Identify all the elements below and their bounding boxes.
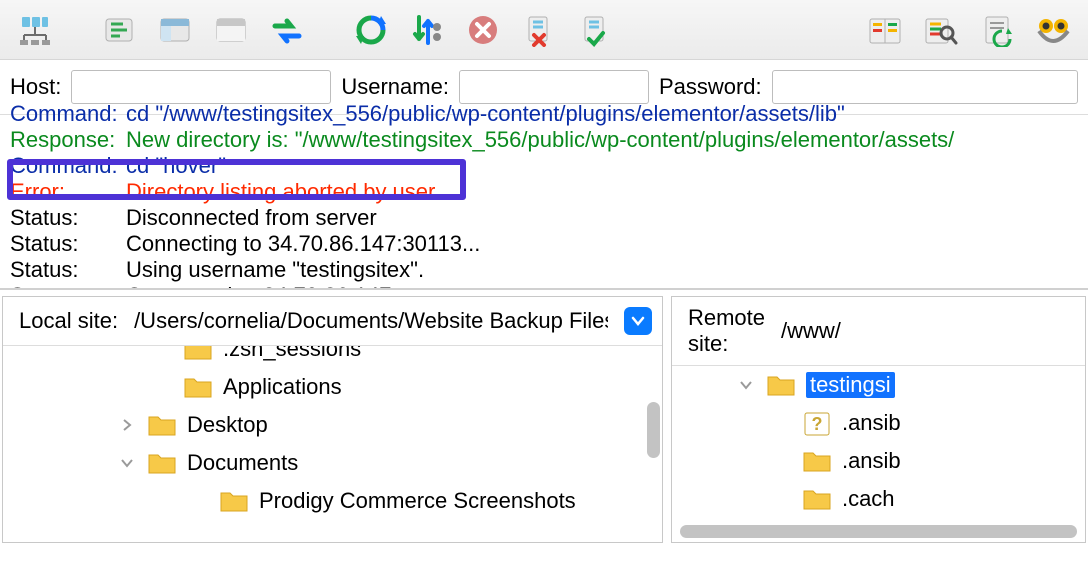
log-message: Connecting to 34.70.86.147:30113... (126, 231, 480, 257)
log-type: Status: (10, 231, 126, 257)
svg-text:?: ? (811, 414, 822, 434)
scrollbar-thumb[interactable] (680, 525, 1077, 538)
refresh-icon[interactable] (350, 9, 392, 51)
host-input[interactable] (71, 70, 331, 104)
local-tree[interactable]: .zsh_sessions Applications Desktop Document… (3, 345, 662, 542)
tree-item-label: Prodigy Commerce Screenshots (259, 488, 576, 514)
chevron-down-icon[interactable] (117, 456, 137, 470)
site-manager-icon[interactable] (14, 9, 56, 51)
tree-item-label: Documents (187, 450, 298, 476)
tree-item[interactable]: Prodigy Commerce Screenshots (3, 482, 662, 520)
folder-icon (183, 375, 213, 399)
folder-icon (766, 373, 796, 397)
folder-icon (147, 451, 177, 475)
tree-item[interactable]: testingsi (672, 366, 1085, 404)
password-input[interactable] (772, 70, 1078, 104)
folder-icon (183, 345, 213, 361)
username-input[interactable] (459, 70, 649, 104)
local-path-dropdown[interactable] (624, 307, 652, 335)
tree-item[interactable]: ? .ansib (672, 404, 1085, 442)
highlight-annotation (7, 159, 466, 200)
tree-item-label: .zsh_sessions (223, 345, 361, 362)
find-icon[interactable] (1032, 9, 1074, 51)
tree-item-label: Applications (223, 374, 342, 400)
folder-icon (802, 449, 832, 473)
reconnect-icon[interactable] (574, 9, 616, 51)
log-line[interactable]: Status:Using username "testingsitex". (10, 257, 1078, 283)
toggle-local-tree-icon[interactable] (154, 9, 196, 51)
log-line[interactable]: Status:Connected to 34.70.86.147 (10, 283, 1078, 289)
tree-item-label: .cach (842, 486, 895, 512)
log-type: Response: (10, 127, 126, 153)
cancel-icon[interactable] (462, 9, 504, 51)
log-type: Status: (10, 205, 126, 231)
remote-path-input[interactable] (775, 315, 1075, 347)
tree-item[interactable]: .ansib (672, 442, 1085, 480)
host-label: Host: (10, 74, 61, 100)
folder-icon (802, 487, 832, 511)
tree-item[interactable]: Documents (3, 444, 662, 482)
scrollbar-thumb[interactable] (647, 402, 660, 458)
chevron-right-icon[interactable] (117, 418, 137, 432)
tree-item[interactable]: .zsh_sessions (3, 345, 662, 368)
password-label: Password: (659, 74, 762, 100)
site-panels: Local site: .zsh_sessions Applications Des… (0, 289, 1088, 543)
compare-icon[interactable] (864, 9, 906, 51)
log-line[interactable]: Status:Disconnected from server (10, 205, 1078, 231)
remote-site-label: Remote site: (688, 305, 765, 357)
log-line[interactable]: Command:cd "/www/testingsitex_556/public… (10, 101, 1078, 127)
username-label: Username: (341, 74, 449, 100)
local-site-label: Local site: (19, 308, 118, 334)
log-line[interactable]: Response:New directory is: "/www/testing… (10, 127, 1078, 153)
search-icon[interactable] (920, 9, 962, 51)
tree-item-label: .ansib (842, 410, 901, 436)
unknown-icon: ? (802, 411, 832, 435)
tree-item-label: .ansib (842, 448, 901, 474)
local-panel: Local site: .zsh_sessions Applications Des… (2, 296, 663, 543)
message-log-wrap: Command:cd "/www/testingsitex_556/public… (0, 101, 1088, 289)
folder-icon (147, 413, 177, 437)
remote-panel: Remote site: testingsi? .ansib .ansib .cach (671, 296, 1086, 543)
log-type: Status: (10, 257, 126, 283)
process-queue-icon[interactable] (406, 9, 448, 51)
log-type: Status: (10, 283, 126, 289)
tree-item-label: Desktop (187, 412, 268, 438)
tree-item-label: testingsi (806, 372, 895, 398)
log-line[interactable]: Status:Connecting to 34.70.86.147:30113.… (10, 231, 1078, 257)
main-toolbar (0, 0, 1088, 60)
log-type: Command: (10, 101, 126, 127)
log-message: cd "/www/testingsitex_556/public/wp-cont… (126, 101, 845, 127)
tree-item[interactable]: Applications (3, 368, 662, 406)
folder-icon (219, 489, 249, 513)
log-message: New directory is: "/www/testingsitex_556… (126, 127, 954, 153)
quickconnect-icon[interactable] (98, 9, 140, 51)
disconnect-icon[interactable] (518, 9, 560, 51)
log-message: Disconnected from server (126, 205, 377, 231)
sync-browsing-icon[interactable] (266, 9, 308, 51)
toggle-remote-tree-icon[interactable] (210, 9, 252, 51)
log-message: Connected to 34.70.86.147 (126, 283, 391, 289)
remote-tree[interactable]: testingsi? .ansib .ansib .cach (672, 365, 1085, 542)
filters-icon[interactable] (976, 9, 1018, 51)
chevron-down-icon[interactable] (736, 378, 756, 392)
log-message: Using username "testingsitex". (126, 257, 424, 283)
local-path-input[interactable] (128, 305, 614, 337)
tree-item[interactable]: Desktop (3, 406, 662, 444)
tree-item[interactable]: .cach (672, 480, 1085, 518)
